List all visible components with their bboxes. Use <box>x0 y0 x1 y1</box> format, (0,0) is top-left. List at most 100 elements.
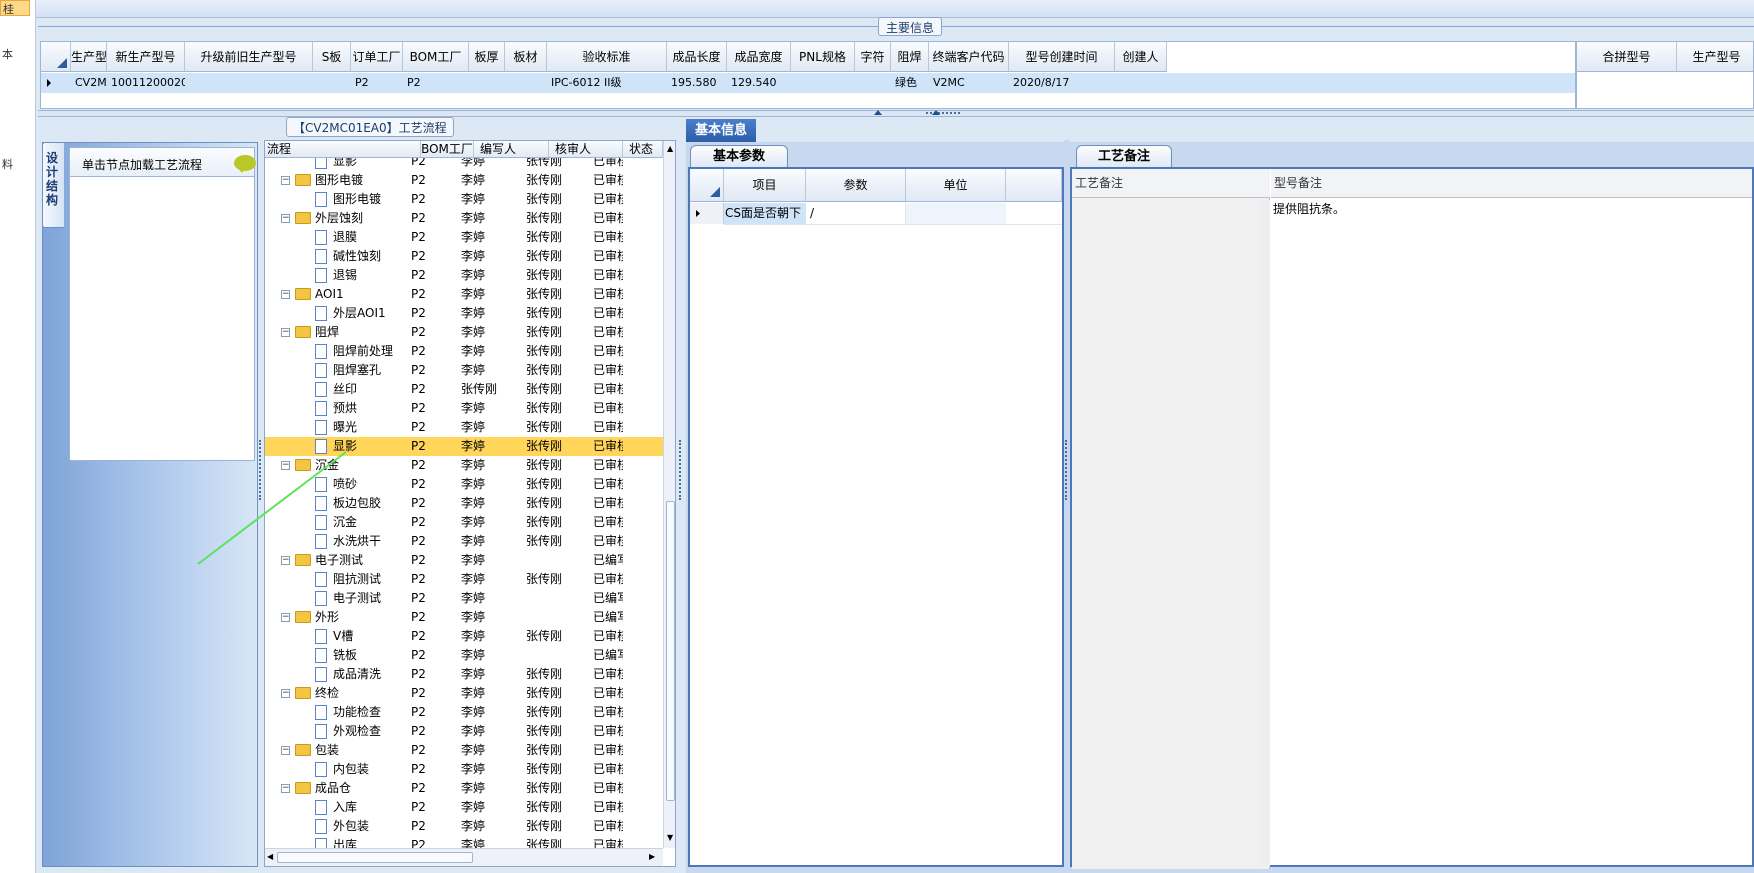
tree-row[interactable]: 曝光P2李婷张传刚已审核 <box>265 418 663 437</box>
column-header-merged-model[interactable]: 合拼型号 <box>1577 42 1677 72</box>
scrollbar-thumb[interactable] <box>666 501 675 801</box>
collapse-toggle-icon[interactable]: − <box>281 176 290 185</box>
vertical-scrollbar[interactable]: ▲ ▼ <box>663 141 675 848</box>
row-cell-15[interactable]: 2020/8/17 <box>1009 73 1115 93</box>
column-header-5[interactable]: BOM工厂 <box>403 42 469 72</box>
column-header-process[interactable]: 流程 <box>265 141 421 158</box>
collapse-toggle-icon[interactable]: − <box>281 689 290 698</box>
column-header-item[interactable]: 项目 <box>724 169 806 202</box>
row-cell-10[interactable]: 129.540 <box>727 73 791 93</box>
tree-row[interactable]: V槽P2李婷张传刚已审核 <box>265 627 663 646</box>
collapse-toggle-icon[interactable]: − <box>281 328 290 337</box>
row-cell-13[interactable]: 绿色 <box>891 73 929 93</box>
column-header-production-model-2[interactable]: 生产型号 <box>1677 42 1753 72</box>
row-cell-14[interactable]: V2MC <box>929 73 1009 93</box>
row-cell-4[interactable]: P2 <box>351 73 403 93</box>
row-cell-6[interactable] <box>469 73 505 93</box>
grid-corner[interactable] <box>690 169 724 202</box>
tree-row[interactable]: 显影P2李婷张传刚已审核 <box>265 158 663 171</box>
column-header-3[interactable]: S板 <box>313 42 351 72</box>
tree-row[interactable]: 退膜P2李婷张传刚已审核 <box>265 228 663 247</box>
scroll-right-icon[interactable]: ▶ <box>649 852 655 861</box>
row-cell-11[interactable] <box>791 73 855 93</box>
grid-corner[interactable] <box>41 42 71 72</box>
horizontal-splitter[interactable] <box>38 110 1754 117</box>
row-cell-12[interactable] <box>855 73 891 93</box>
tree-row[interactable]: 功能检查P2李婷张传刚已审核 <box>265 703 663 722</box>
scrollbar-thumb[interactable] <box>277 852 473 863</box>
tab-design-structure[interactable]: 设计结构 <box>42 142 64 228</box>
column-header-1[interactable]: 新生产型号 <box>107 42 185 72</box>
column-header-15[interactable]: 型号创建时间 <box>1009 42 1115 72</box>
collapse-toggle-icon[interactable]: − <box>281 290 290 299</box>
column-header-10[interactable]: 成品宽度 <box>727 42 791 72</box>
scroll-left-icon[interactable]: ◀ <box>267 852 273 861</box>
tree-row[interactable]: −包装P2李婷张传刚已审核 <box>265 741 663 760</box>
tree-row[interactable]: 外包装P2李婷张传刚已审核 <box>265 817 663 836</box>
process-note-column[interactable] <box>1072 169 1270 869</box>
tree-row[interactable]: 内包装P2李婷张传刚已审核 <box>265 760 663 779</box>
param-unit-cell[interactable] <box>906 203 1006 224</box>
column-header-12[interactable]: 字符 <box>855 42 891 72</box>
tree-row[interactable]: 电子测试P2李婷已编写 <box>265 589 663 608</box>
tree-row[interactable]: 碱性蚀刻P2李婷张传刚已审核 <box>265 247 663 266</box>
tree-row[interactable]: −AOI1P2李婷张传刚已审核 <box>265 285 663 304</box>
column-header-9[interactable]: 成品长度 <box>667 42 727 72</box>
collapse-toggle-icon[interactable]: − <box>281 613 290 622</box>
param-item-cell[interactable]: CS面是否朝下 <box>724 203 806 224</box>
tree-row[interactable]: −图形电镀P2李婷张传刚已审核 <box>265 171 663 190</box>
collapse-up-icon[interactable] <box>932 110 940 115</box>
tree-row[interactable]: 预烘P2李婷张传刚已审核 <box>265 399 663 418</box>
left-nav-item[interactable]: 料 <box>2 156 13 172</box>
scroll-down-icon[interactable]: ▼ <box>667 833 673 842</box>
tree-row[interactable]: −成品仓P2李婷张传刚已审核 <box>265 779 663 798</box>
row-cell-5[interactable]: P2 <box>403 73 469 93</box>
column-header-unit[interactable]: 单位 <box>906 169 1006 202</box>
row-cell-2[interactable] <box>185 73 313 93</box>
model-note-text[interactable]: 提供阻抗条。 <box>1273 200 1345 217</box>
tree-row[interactable]: −阻焊P2李婷张传刚已审核 <box>265 323 663 342</box>
tree-row[interactable]: 成品清洗P2李婷张传刚已审核 <box>265 665 663 684</box>
column-header-2[interactable]: 升级前旧生产型号 <box>185 42 313 72</box>
row-cell-3[interactable] <box>313 73 351 93</box>
tab-basic-info[interactable]: 基本信息 <box>686 119 756 142</box>
left-nav-item[interactable]: 本 <box>2 46 13 62</box>
collapse-up-icon[interactable] <box>874 110 882 115</box>
tree-row[interactable]: 退锡P2李婷张传刚已审核 <box>265 266 663 285</box>
column-header-bom-factory[interactable]: BOM工厂 <box>421 141 474 158</box>
tree-row[interactable]: 铣板P2李婷已编写 <box>265 646 663 665</box>
load-process-hint[interactable]: 单击节点加载工艺流程 <box>69 147 256 177</box>
tree-row[interactable]: 阻焊塞孔P2李婷张传刚已审核 <box>265 361 663 380</box>
column-header-14[interactable]: 终端客户代码 <box>929 42 1009 72</box>
tree-row[interactable]: 入库P2李婷张传刚已审核 <box>265 798 663 817</box>
notes-scrollbar[interactable] <box>1258 200 1270 867</box>
tab-process-notes[interactable]: 工艺备注 <box>1076 145 1172 167</box>
column-header-4[interactable]: 订单工厂 <box>351 42 403 72</box>
collapse-toggle-icon[interactable]: − <box>281 746 290 755</box>
column-header-13[interactable]: 阻焊 <box>891 42 929 72</box>
vertical-splitter[interactable] <box>678 140 684 867</box>
tree-row[interactable]: 阻抗测试P2李婷张传刚已审核 <box>265 570 663 589</box>
column-header-7[interactable]: 板材 <box>505 42 547 72</box>
row-cell-9[interactable]: 195.580 <box>667 73 727 93</box>
vertical-splitter[interactable] <box>1064 140 1070 867</box>
left-nav-active-item[interactable]: 桂 <box>0 0 30 16</box>
column-header-16[interactable]: 创建人 <box>1115 42 1167 72</box>
collapse-toggle-icon[interactable]: − <box>281 784 290 793</box>
tree-row[interactable]: −外形P2李婷已编写 <box>265 608 663 627</box>
structure-tree-area[interactable] <box>69 147 255 461</box>
scroll-up-icon[interactable]: ▲ <box>667 144 673 153</box>
tree-row[interactable]: 外层AOI1P2李婷张传刚已审核 <box>265 304 663 323</box>
column-header-writer[interactable]: 编写人 <box>474 141 549 158</box>
tree-row[interactable]: 丝印P2张传刚张传刚已审核 <box>265 380 663 399</box>
column-header-6[interactable]: 板厚 <box>469 42 505 72</box>
row-cell-8[interactable]: IPC-6012 II级 <box>547 73 667 93</box>
row-cell-0[interactable]: CV2MC01EA0 <box>71 73 107 93</box>
column-header-param[interactable]: 参数 <box>806 169 906 202</box>
tab-basic-params[interactable]: 基本参数 <box>690 145 788 167</box>
row-cell-1[interactable]: 10011200020101 <box>107 73 185 93</box>
row-cell-7[interactable] <box>505 73 547 93</box>
tree-row[interactable]: 阻焊前处理P2李婷张传刚已审核 <box>265 342 663 361</box>
column-header-0[interactable]: 生产型号 <box>71 42 107 72</box>
tree-row[interactable]: 图形电镀P2李婷张传刚已审核 <box>265 190 663 209</box>
